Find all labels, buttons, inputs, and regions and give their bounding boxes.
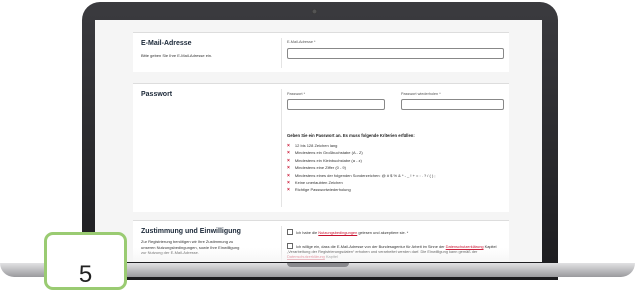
criteria-item: × Mindestens eine Ziffer (0 - 9) bbox=[287, 164, 436, 171]
terms-checkbox[interactable] bbox=[287, 229, 293, 235]
criteria-text: Mindestens eine Ziffer (0 - 9) bbox=[294, 165, 346, 171]
cross-icon: × bbox=[287, 179, 290, 186]
criteria-item: × Mindestens ein Kleinbuchstabe (a - z) bbox=[287, 157, 436, 164]
password-field-label: Passwort * bbox=[287, 92, 306, 96]
laptop-base-notch bbox=[287, 263, 349, 267]
criteria-item: × Mindestens eines der folgenden Sonderze… bbox=[287, 172, 436, 179]
step-number-badge: 5 bbox=[44, 232, 127, 290]
email-section: E-Mail-Adresse Bitte geben Sie Ihre E-Ma… bbox=[133, 32, 509, 72]
password-repeat-input[interactable] bbox=[401, 99, 504, 110]
criteria-text: Mindestens eines der folgenden Sonderzei… bbox=[294, 172, 436, 178]
criteria-text: Mindestens ein Kleinbuchstabe (a - z) bbox=[294, 157, 362, 163]
terms-consent-row: Ich habe die Nutzungsbedingungen gelesen… bbox=[287, 229, 503, 235]
criteria-text: Keine unerlaubten Zeichen bbox=[294, 179, 343, 185]
camera-icon bbox=[312, 9, 317, 14]
criteria-item: × Richtige Passwortwiederholung bbox=[287, 186, 436, 193]
cross-icon: × bbox=[287, 172, 290, 179]
email-input[interactable] bbox=[287, 48, 504, 59]
cross-icon: × bbox=[287, 187, 290, 194]
screen-bottom-fade bbox=[95, 248, 542, 262]
password-section: Passwort Passwort * Passwort wiederholen… bbox=[133, 83, 509, 212]
password-input[interactable] bbox=[287, 99, 385, 110]
criteria-item: × Mindestens ein Großbuchstabe (A - Z) bbox=[287, 149, 436, 156]
criteria-text: 12 bis 128 Zeichen lang bbox=[294, 143, 338, 148]
section-divider bbox=[281, 89, 282, 207]
password-section-title: Passwort bbox=[141, 91, 173, 98]
registration-screen: E-Mail-Adresse Bitte geben Sie Ihre E-Ma… bbox=[95, 20, 542, 262]
email-section-title: E-Mail-Adresse bbox=[141, 40, 192, 47]
email-section-description: Bitte geben Sie Ihre E-Mail-Adresse ein. bbox=[141, 53, 213, 58]
criteria-text: Mindestens ein Großbuchstabe (A - Z) bbox=[294, 150, 363, 156]
section-divider bbox=[281, 38, 282, 68]
terms-prefix: Ich habe die bbox=[296, 230, 318, 235]
criteria-list: × 12 bis 128 Zeichen lang × Mindestens ein… bbox=[287, 142, 436, 194]
cross-icon: × bbox=[287, 165, 290, 172]
terms-link[interactable]: Nutzungsbedingungen bbox=[318, 230, 357, 235]
email-field-label: E-Mail-Adresse * bbox=[287, 40, 316, 44]
cross-icon: × bbox=[287, 150, 290, 157]
step-number: 5 bbox=[78, 261, 93, 288]
cross-icon: × bbox=[287, 143, 290, 149]
consent-section-title: Zustimmung und Einwilligung bbox=[141, 228, 241, 235]
criteria-heading: Geben Sie ein Passwort an. Es muss folge… bbox=[287, 133, 415, 138]
cross-icon: × bbox=[287, 157, 290, 164]
criteria-text: Richtige Passwortwiederholung bbox=[294, 187, 351, 193]
criteria-item: × Keine unerlaubten Zeichen bbox=[287, 179, 436, 186]
password-repeat-label: Passwort wiederholen * bbox=[401, 92, 441, 96]
criteria-item: × 12 bis 128 Zeichen lang bbox=[287, 142, 436, 149]
terms-suffix: gelesen und akzeptiere sie. * bbox=[358, 230, 409, 235]
